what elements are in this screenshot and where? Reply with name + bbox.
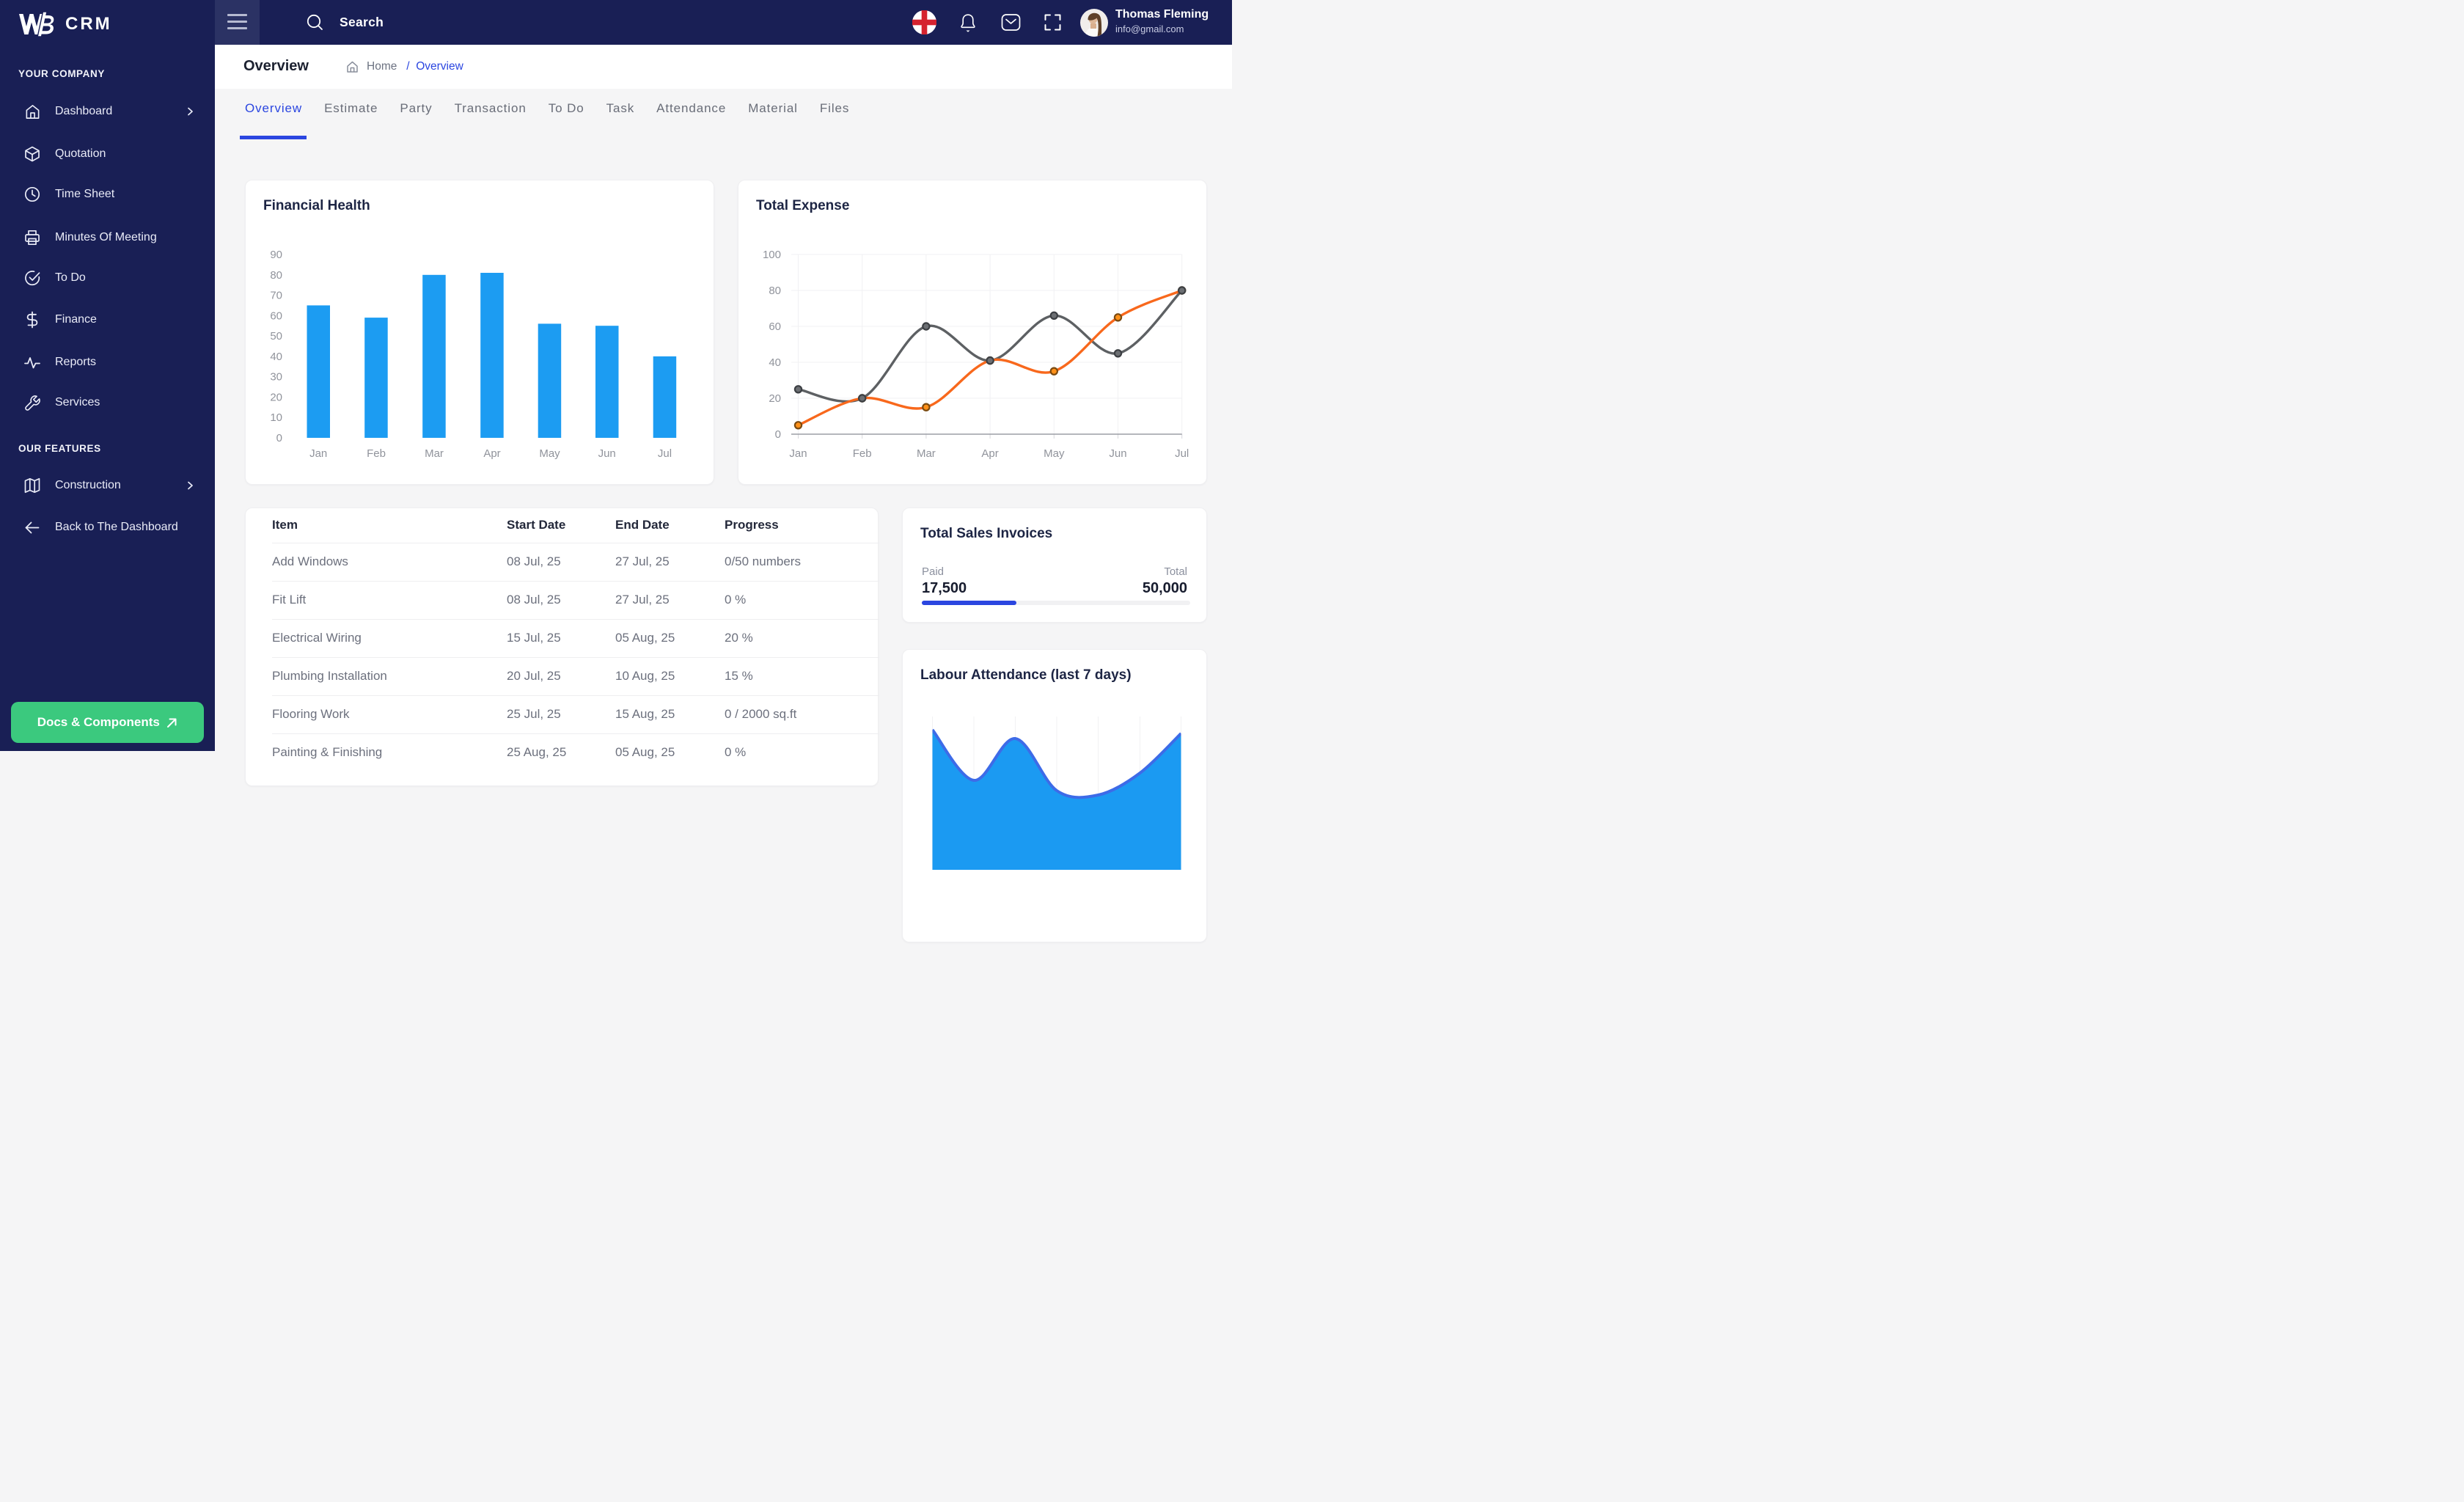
svg-text:50: 50	[270, 330, 282, 342]
svg-text:60: 60	[270, 309, 282, 322]
svg-text:80: 80	[769, 285, 781, 297]
svg-text:0: 0	[276, 432, 282, 444]
svg-text:Feb: Feb	[367, 447, 386, 460]
svg-text:10: 10	[270, 411, 282, 424]
svg-text:80: 80	[270, 269, 282, 282]
svg-text:May: May	[1044, 447, 1065, 460]
svg-text:20: 20	[270, 391, 282, 403]
svg-text:40: 40	[769, 356, 781, 369]
svg-text:20: 20	[769, 392, 781, 405]
svg-text:100: 100	[763, 249, 781, 261]
svg-text:Jul: Jul	[658, 447, 672, 460]
svg-text:Jan: Jan	[789, 447, 807, 460]
svg-text:Feb: Feb	[853, 447, 872, 460]
svg-text:Jun: Jun	[598, 447, 616, 460]
svg-text:Mar: Mar	[917, 447, 936, 460]
svg-text:90: 90	[270, 249, 282, 261]
svg-text:Jul: Jul	[1175, 447, 1189, 460]
svg-text:0: 0	[775, 428, 781, 441]
svg-text:Jan: Jan	[309, 447, 327, 460]
svg-text:Mar: Mar	[425, 447, 444, 460]
svg-text:70: 70	[270, 290, 282, 302]
svg-text:30: 30	[270, 371, 282, 384]
svg-text:Jun: Jun	[1109, 447, 1126, 460]
svg-text:Apr: Apr	[981, 447, 998, 460]
svg-text:May: May	[539, 447, 560, 460]
svg-text:40: 40	[270, 351, 282, 363]
svg-text:Apr: Apr	[483, 447, 500, 460]
svg-text:60: 60	[769, 320, 781, 333]
